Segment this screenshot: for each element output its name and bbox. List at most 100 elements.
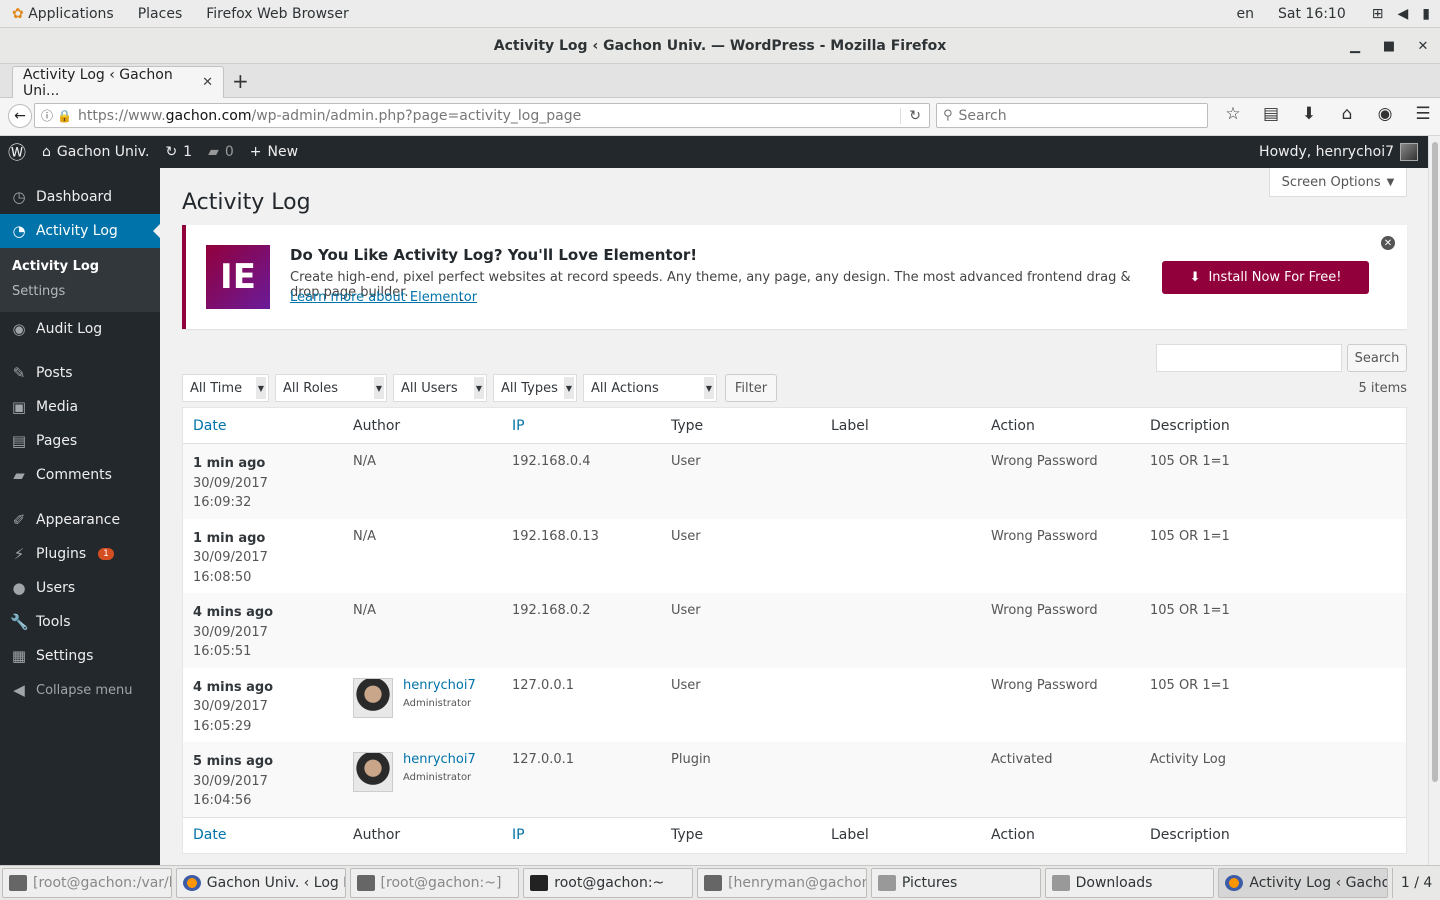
taskbar-item[interactable]: [root@gachon:~] (349, 868, 520, 898)
install-elementor-button[interactable]: ⬇ Install Now For Free! (1162, 261, 1369, 294)
taskbar-label: [root@gachon:~] (380, 875, 502, 891)
taskbar-item-active[interactable]: Activity Log ‹ Gacho... (1218, 868, 1389, 898)
sidebar-item-users[interactable]: ● Users (0, 571, 160, 605)
sidebar-item-appearance[interactable]: ✐ Appearance (0, 503, 160, 537)
sidebar-item-settings[interactable]: ▦ Settings (0, 639, 160, 673)
taskbar-item[interactable]: [root@gachon:/var/l... (2, 868, 172, 898)
sidebar-label: Pages (36, 433, 78, 449)
home-icon[interactable]: ⌂ (1328, 104, 1366, 124)
language-indicator[interactable]: en (1237, 6, 1255, 22)
author-cell: henrychoi7 Administrator (343, 752, 502, 817)
log-search-input[interactable] (1156, 344, 1342, 372)
wordpress-logo-icon[interactable]: Ⓦ (0, 139, 34, 165)
bookmark-star-icon[interactable]: ☆ (1214, 104, 1252, 124)
new-tab-icon[interactable]: + (232, 69, 249, 93)
sidebar-item-plugins[interactable]: ⚡ Plugins 1 (0, 537, 160, 571)
plug-icon: ⚡ (13, 545, 25, 563)
url-bar[interactable]: ⓘ 🔒 https://www. gachon.com/wp-admin/admi… (34, 103, 930, 128)
search-placeholder: Search (958, 107, 1007, 124)
maximize-icon[interactable]: ■ (1372, 39, 1406, 54)
updates-link[interactable]: ↻ 1 (157, 144, 200, 160)
applications-menu[interactable]: ✿ Applications (0, 6, 126, 22)
filter-button[interactable]: Filter (725, 374, 777, 402)
user-icon: ● (12, 579, 26, 597)
screen-options-button[interactable]: Screen Options ▼ (1269, 168, 1407, 197)
types-filter-select[interactable]: All Types ▼ (493, 374, 577, 402)
sidebar-item-media[interactable]: ▣ Media (0, 390, 160, 424)
author-link[interactable]: henrychoi7 (403, 678, 476, 693)
sort-ip-link[interactable]: IP (502, 418, 661, 434)
sidebar-item-comments[interactable]: ▰ Comments (0, 458, 160, 492)
page-scrollbar[interactable] (1428, 136, 1440, 865)
sort-ip-link[interactable]: IP (502, 827, 661, 843)
battery-icon[interactable]: ▮ (1422, 6, 1430, 22)
scrollbar-thumb[interactable] (1432, 142, 1438, 782)
volume-icon[interactable]: ◀ (1398, 6, 1409, 22)
sort-date-link[interactable]: Date (183, 418, 343, 434)
sidebar-item-pages[interactable]: ▤ Pages (0, 424, 160, 458)
account-menu[interactable]: Howdy, henrychoi7 (1259, 143, 1440, 161)
url-path: /wp-admin/admin.php?page=activity_log_pa… (251, 107, 582, 124)
collapse-menu-button[interactable]: ◀ Collapse menu (0, 673, 160, 707)
table-row: 4 mins ago 30/09/2017 16:05:29 henrychoi7 A… (183, 668, 1406, 743)
sidebar-label: Tools (36, 614, 71, 630)
author-link[interactable]: henrychoi7 (403, 752, 476, 767)
places-menu[interactable]: Places (126, 6, 195, 22)
new-content-link[interactable]: + New (242, 144, 306, 160)
submenu-activity-log[interactable]: Activity Log (0, 254, 160, 279)
dismiss-notice-icon[interactable]: ✕ (1381, 236, 1395, 250)
sort-date-link[interactable]: Date (183, 827, 343, 843)
download-icon[interactable]: ⬇ (1290, 104, 1328, 124)
site-name-link[interactable]: ⌂ Gachon Univ. (34, 144, 157, 160)
date-cell: 4 mins ago 30/09/2017 16:05:29 (183, 678, 343, 743)
sidebar-item-audit-log[interactable]: ◉ Audit Log (0, 312, 160, 346)
taskbar-item[interactable]: Gachon Univ. ‹ Log I... (175, 868, 346, 898)
sidebar-label: Audit Log (36, 321, 103, 337)
taskbar-item[interactable]: root@gachon:~ (523, 868, 694, 898)
app-menu[interactable]: Firefox Web Browser (194, 6, 361, 22)
description-cell: Activity Log (1150, 752, 1226, 767)
header-author: Author (353, 417, 401, 434)
avatar (353, 677, 393, 718)
workspace-indicator[interactable]: 1 / 4 (1392, 868, 1440, 898)
time-filter-select[interactable]: All Time ▼ (182, 374, 269, 402)
browser-tab[interactable]: Activity Log ‹ Gachon Uni... ✕ (12, 66, 224, 99)
sidebar-item-posts[interactable]: ✎ Posts (0, 356, 160, 390)
tab-close-icon[interactable]: ✕ (202, 75, 213, 90)
page-title: Activity Log (182, 190, 311, 215)
close-icon[interactable]: ✕ (1406, 39, 1440, 54)
minimize-icon[interactable]: ▁ (1338, 39, 1372, 54)
taskbar-item[interactable]: Pictures (870, 868, 1041, 898)
author-info: henrychoi7 Administrator (403, 678, 476, 718)
collapse-icon: ◀ (13, 681, 25, 699)
roles-filter-select[interactable]: All Roles ▼ (275, 374, 387, 402)
lock-warning-icon[interactable]: 🔒 (57, 109, 78, 123)
sidebar-item-tools[interactable]: 🔧 Tools (0, 605, 160, 639)
submenu-settings[interactable]: Settings (0, 279, 160, 304)
tab-title: Activity Log ‹ Gachon Uni... (23, 66, 173, 99)
reload-icon[interactable]: ↻ (900, 107, 929, 124)
taskbar-item[interactable]: Downloads (1044, 868, 1215, 898)
hamburger-menu-icon[interactable]: ☰ (1404, 104, 1440, 124)
sidebar-item-activity-log[interactable]: ◔ Activity Log (0, 214, 160, 248)
learn-more-link[interactable]: Learn more about Elementor (290, 290, 477, 305)
header-description: Description (1150, 417, 1230, 434)
clock[interactable]: Sat 16:10 (1278, 6, 1346, 22)
relative-time: 4 mins ago (193, 605, 274, 620)
search-button[interactable]: Search (1347, 344, 1407, 372)
comments-link[interactable]: ▰ 0 (200, 144, 242, 160)
action-cell: Wrong Password (991, 454, 1098, 469)
actions-filter-select[interactable]: All Actions ▼ (583, 374, 717, 402)
taskbar-item[interactable]: [henryman@gachon:... (697, 868, 867, 898)
sidebar-item-dashboard[interactable]: ◷ Dashboard (0, 180, 160, 214)
reading-list-icon[interactable]: ▤ (1252, 104, 1290, 124)
ip-cell: 127.0.0.1 (512, 752, 575, 767)
pocket-icon[interactable]: ◉ (1366, 104, 1404, 124)
network-icon[interactable]: ⊞ (1372, 6, 1384, 22)
back-icon[interactable]: ← (8, 104, 32, 128)
users-filter-select[interactable]: All Users ▼ (393, 374, 487, 402)
settings-icon: ▦ (11, 647, 27, 665)
info-icon[interactable]: ⓘ (35, 107, 57, 124)
sidebar-label: Activity Log (36, 223, 118, 239)
search-bar[interactable]: ⚲ Search (936, 103, 1208, 128)
